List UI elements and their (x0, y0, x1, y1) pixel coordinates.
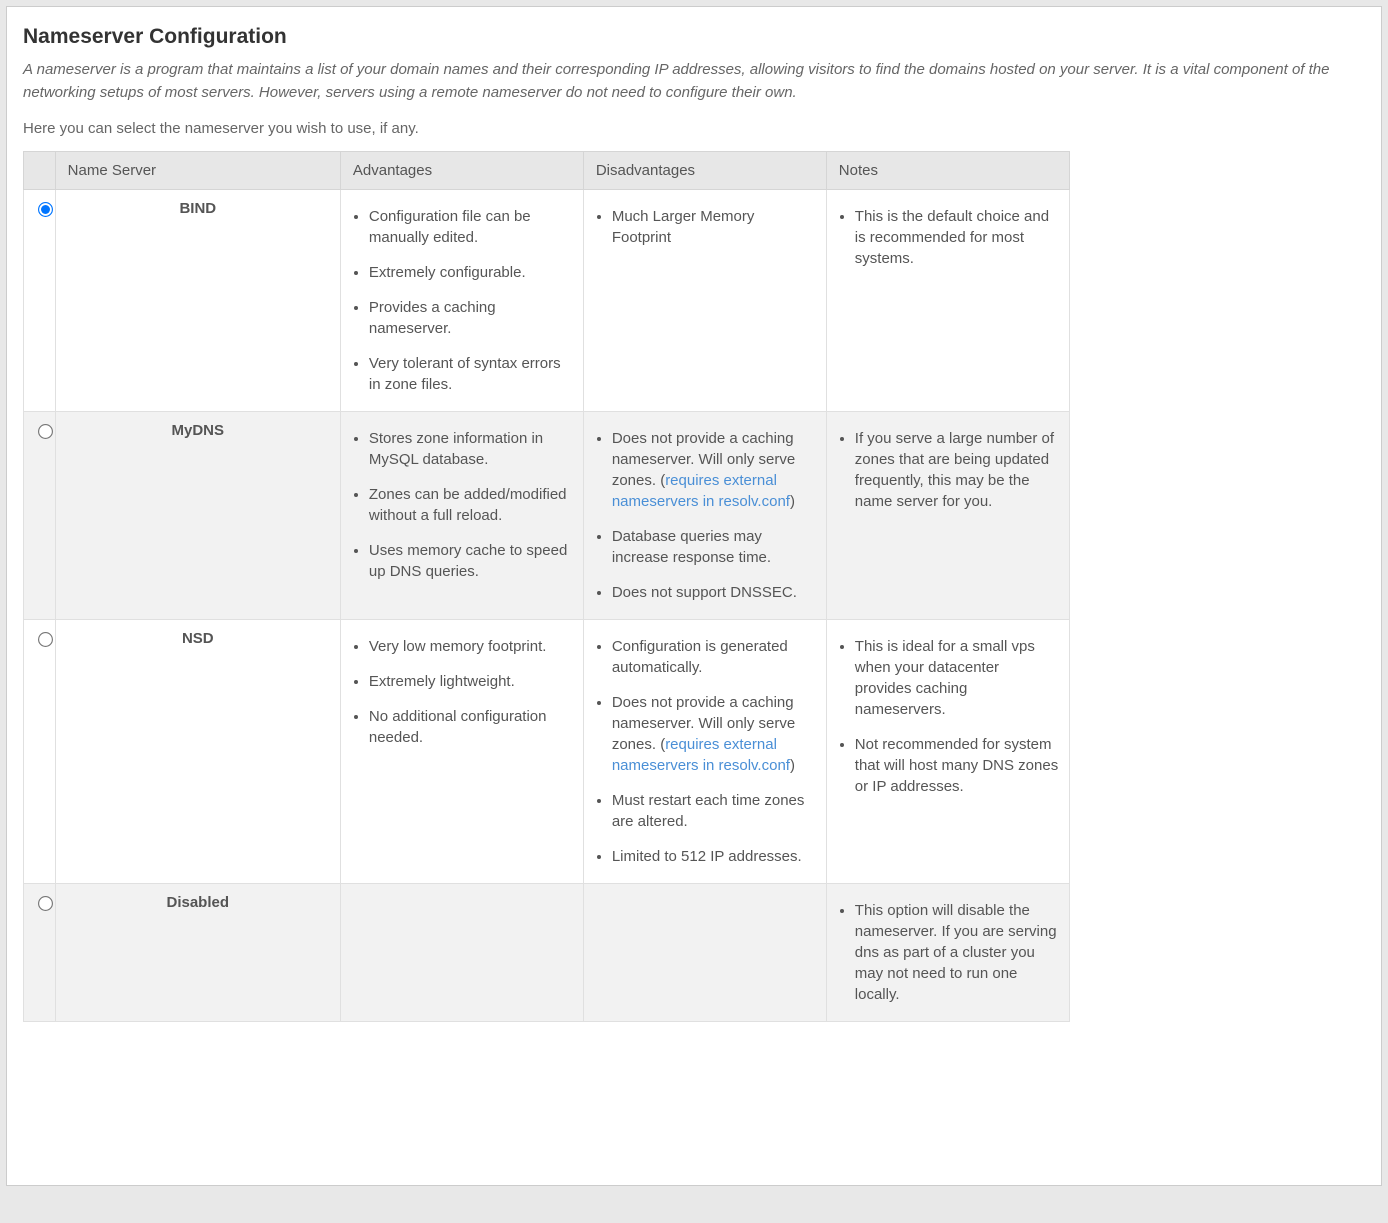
list-item: If you serve a large number of zones tha… (855, 428, 1059, 512)
list-item-text: Extremely configurable. (369, 264, 526, 281)
list-item: Configuration file can be manually edite… (369, 206, 573, 248)
table-row-disabled: Disabled This option will disable the nam… (24, 884, 1070, 1022)
notes-list: This is ideal for a small vps when your … (837, 636, 1059, 797)
nameserver-radio-disabled[interactable] (38, 896, 53, 911)
disadvantages-list: Much Larger Memory Footprint (594, 206, 816, 248)
list-item-text: Much Larger Memory Footprint (612, 208, 755, 246)
list-item-text: Uses memory cache to speed up DNS querie… (369, 542, 567, 580)
nameserver-table: Name Server Advantages Disadvantages Not… (23, 151, 1070, 1022)
list-item: Stores zone information in MySQL databas… (369, 428, 573, 470)
notes-cell: This is ideal for a small vps when your … (826, 620, 1069, 884)
list-item: This option will disable the nameserver.… (855, 900, 1059, 1005)
intro-text: A nameserver is a program that maintains… (23, 59, 1365, 104)
table-row-bind: BIND Configuration file can be manually e… (24, 190, 1070, 412)
list-item: Must restart each time zones are altered… (612, 790, 816, 832)
advantages-list: Very low memory footprint. Extremely ligh… (351, 636, 573, 748)
notes-list: If you serve a large number of zones tha… (837, 428, 1059, 512)
list-item-text: Very low memory footprint. (369, 638, 547, 655)
list-item: Extremely lightweight. (369, 671, 573, 692)
advantages-cell: Stores zone information in MySQL databas… (340, 412, 583, 620)
list-item-text: Configuration is generated automatically… (612, 638, 788, 676)
list-item: Zones can be added/modified without a fu… (369, 484, 573, 526)
nameserver-radio-mydns[interactable] (38, 424, 53, 439)
notes-list: This option will disable the nameserver.… (837, 900, 1059, 1005)
list-item-text: This is the default choice and is recomm… (855, 208, 1049, 267)
notes-cell: This is the default choice and is recomm… (826, 190, 1069, 412)
radio-cell (24, 190, 56, 412)
radio-cell (24, 620, 56, 884)
list-item: Configuration is generated automatically… (612, 636, 816, 678)
header-advantages: Advantages (340, 152, 583, 190)
list-item: Much Larger Memory Footprint (612, 206, 816, 248)
list-item-text: Configuration file can be manually edite… (369, 208, 531, 246)
list-item-text: If you serve a large number of zones tha… (855, 430, 1054, 510)
list-item-text: This is ideal for a small vps when your … (855, 638, 1035, 718)
disadvantages-list: Configuration is generated automatically… (594, 636, 816, 867)
disadvantages-cell: Does not provide a caching nameserver. W… (583, 412, 826, 620)
notes-cell: This option will disable the nameserver.… (826, 884, 1069, 1022)
list-item: Does not provide a caching nameserver. W… (612, 692, 816, 776)
radio-cell (24, 412, 56, 620)
disadvantages-cell: Much Larger Memory Footprint (583, 190, 826, 412)
notes-list: This is the default choice and is recomm… (837, 206, 1059, 269)
list-item-text: ) (790, 493, 795, 510)
table-header-row: Name Server Advantages Disadvantages Not… (24, 152, 1070, 190)
list-item: No additional configuration needed. (369, 706, 573, 748)
list-item: Provides a caching nameserver. (369, 297, 573, 339)
list-item: Limited to 512 IP addresses. (612, 846, 816, 867)
nameserver-config-panel: Nameserver Configuration A nameserver is… (6, 6, 1382, 1186)
list-item-text: This option will disable the nameserver.… (855, 902, 1057, 1003)
header-name: Name Server (55, 152, 340, 190)
header-radio (24, 152, 56, 190)
list-item: Not recommended for system that will hos… (855, 734, 1059, 797)
table-row-nsd: NSD Very low memory footprint. Extremely l… (24, 620, 1070, 884)
list-item-text: Very tolerant of syntax errors in zone f… (369, 355, 561, 393)
list-item: Uses memory cache to speed up DNS querie… (369, 540, 573, 582)
list-item-text: Not recommended for system that will hos… (855, 736, 1058, 795)
list-item: Does not provide a caching nameserver. W… (612, 428, 816, 512)
list-item: This is the default choice and is recomm… (855, 206, 1059, 269)
nameserver-name: Disabled (55, 884, 340, 1022)
radio-cell (24, 884, 56, 1022)
notes-cell: If you serve a large number of zones tha… (826, 412, 1069, 620)
header-disadvantages: Disadvantages (583, 152, 826, 190)
list-item: This is ideal for a small vps when your … (855, 636, 1059, 720)
nameserver-name: MyDNS (55, 412, 340, 620)
nameserver-radio-bind[interactable] (38, 202, 53, 217)
advantages-list: Configuration file can be manually edite… (351, 206, 573, 395)
disadvantages-cell: Configuration is generated automatically… (583, 620, 826, 884)
list-item-text: Stores zone information in MySQL databas… (369, 430, 543, 468)
advantages-cell: Configuration file can be manually edite… (340, 190, 583, 412)
list-item-text: Zones can be added/modified without a fu… (369, 486, 567, 524)
nameserver-name: BIND (55, 190, 340, 412)
advantages-cell: Very low memory footprint. Extremely ligh… (340, 620, 583, 884)
advantages-cell (340, 884, 583, 1022)
advantages-list: Stores zone information in MySQL databas… (351, 428, 573, 582)
list-item: Does not support DNSSEC. (612, 582, 816, 603)
list-item: Database queries may increase response t… (612, 526, 816, 568)
list-item-text: Does not support DNSSEC. (612, 584, 797, 601)
header-notes: Notes (826, 152, 1069, 190)
nameserver-radio-nsd[interactable] (38, 632, 53, 647)
list-item-text: ) (790, 757, 795, 774)
list-item-text: Extremely lightweight. (369, 673, 515, 690)
nameserver-name: NSD (55, 620, 340, 884)
list-item: Very low memory footprint. (369, 636, 573, 657)
list-item-text: No additional configuration needed. (369, 708, 547, 746)
instruction-text: Here you can select the nameserver you w… (23, 120, 1365, 137)
page-title: Nameserver Configuration (23, 25, 1365, 49)
list-item: Extremely configurable. (369, 262, 573, 283)
list-item-text: Limited to 512 IP addresses. (612, 848, 802, 865)
disadvantages-list: Does not provide a caching nameserver. W… (594, 428, 816, 603)
disadvantages-cell (583, 884, 826, 1022)
list-item-text: Must restart each time zones are altered… (612, 792, 805, 830)
table-row-mydns: MyDNS Stores zone information in MySQL da… (24, 412, 1070, 620)
list-item-text: Database queries may increase response t… (612, 528, 771, 566)
list-item: Very tolerant of syntax errors in zone f… (369, 353, 573, 395)
list-item-text: Provides a caching nameserver. (369, 299, 496, 337)
